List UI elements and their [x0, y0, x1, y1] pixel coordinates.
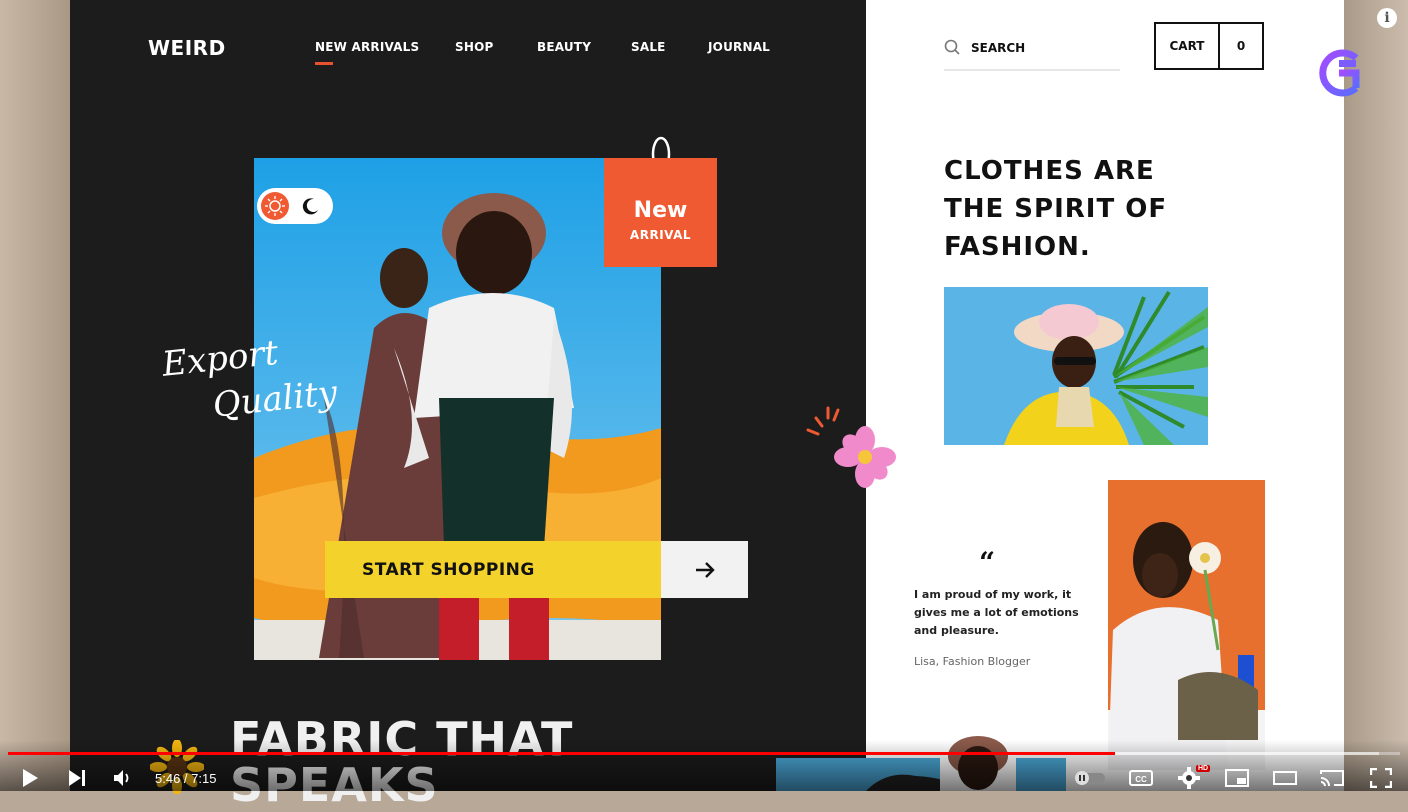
headline-line-2: THE SPIRIT OF	[944, 194, 1168, 224]
moon-icon	[302, 198, 318, 215]
search-underline	[944, 69, 1120, 71]
hd-badge: HD	[1196, 765, 1211, 772]
nav-sale[interactable]: SALE	[631, 40, 666, 54]
captions-button[interactable]: CC	[1127, 765, 1155, 791]
testimonial-quote: I am proud of my work, it gives me a lot…	[914, 588, 1079, 637]
tag-subtitle: ARRIVAL	[629, 228, 692, 242]
headline-line-1: CLOTHES ARE	[944, 156, 1155, 186]
site-logo[interactable]: WEIRD	[148, 36, 226, 60]
arrow-right-icon	[695, 561, 715, 578]
theme-toggle[interactable]	[257, 188, 333, 224]
nav-active-indicator	[315, 62, 333, 65]
miniplayer-button[interactable]	[1223, 765, 1251, 791]
cart-button[interactable]: CART 0	[1154, 22, 1264, 70]
play-icon	[23, 769, 38, 787]
fullscreen-button[interactable]	[1367, 765, 1395, 791]
captions-icon: CC	[1129, 770, 1153, 786]
quote-mark: “	[979, 546, 996, 579]
model-hat-photo	[944, 287, 1208, 445]
search-input[interactable]: SEARCH	[971, 41, 1025, 55]
pink-flower-icon	[834, 426, 896, 488]
search-icon[interactable]	[944, 39, 960, 55]
cast-button[interactable]	[1318, 765, 1346, 791]
time-display: 5:46 / 7:15	[155, 771, 217, 786]
cart-count: 0	[1236, 39, 1246, 53]
progress-played	[8, 752, 1115, 755]
nav-new-arrivals[interactable]: NEW ARRIVALS	[315, 40, 419, 54]
nav-shop[interactable]: SHOP	[455, 40, 493, 54]
nav-journal[interactable]: JOURNAL	[708, 40, 770, 54]
headline-line-3: FASHION.	[944, 232, 1091, 262]
theater-icon	[1273, 771, 1297, 785]
volume-icon	[114, 770, 129, 786]
theater-mode-button[interactable]	[1271, 765, 1299, 791]
progress-bar[interactable]	[8, 752, 1400, 755]
miniplayer-icon	[1225, 769, 1249, 787]
testimonial-author: Lisa, Fashion Blogger	[914, 655, 1031, 668]
autoplay-toggle[interactable]	[1072, 765, 1108, 791]
backdrop-left	[0, 0, 70, 791]
cart-label: CART	[1156, 24, 1220, 68]
skip-next-icon	[69, 770, 85, 786]
volume-button[interactable]	[109, 765, 137, 791]
fullscreen-icon	[1370, 768, 1392, 788]
export-quality-script: Export Quality	[160, 324, 339, 433]
svg-text:CC: CC	[1135, 775, 1147, 784]
nav-beauty[interactable]: BEAUTY	[537, 40, 591, 54]
tag-title: New	[633, 198, 688, 223]
start-shopping-arrow-button[interactable]	[661, 541, 748, 598]
play-button[interactable]	[16, 765, 44, 791]
model-flower-photo	[1108, 480, 1265, 770]
next-button[interactable]	[63, 765, 91, 791]
new-arrival-tag: New ARRIVAL	[604, 158, 717, 267]
info-icon[interactable]: i	[1377, 8, 1397, 28]
sun-icon	[261, 192, 289, 220]
autoplay-toggle-icon	[1075, 771, 1105, 785]
page-headline: CLOTHES ARE THE SPIRIT OF FASHION.	[944, 152, 1167, 266]
start-shopping-button[interactable]: START SHOPPING	[325, 541, 661, 598]
channel-logo-icon	[1319, 49, 1360, 97]
cast-icon	[1320, 770, 1344, 787]
backdrop-right	[1344, 0, 1408, 791]
